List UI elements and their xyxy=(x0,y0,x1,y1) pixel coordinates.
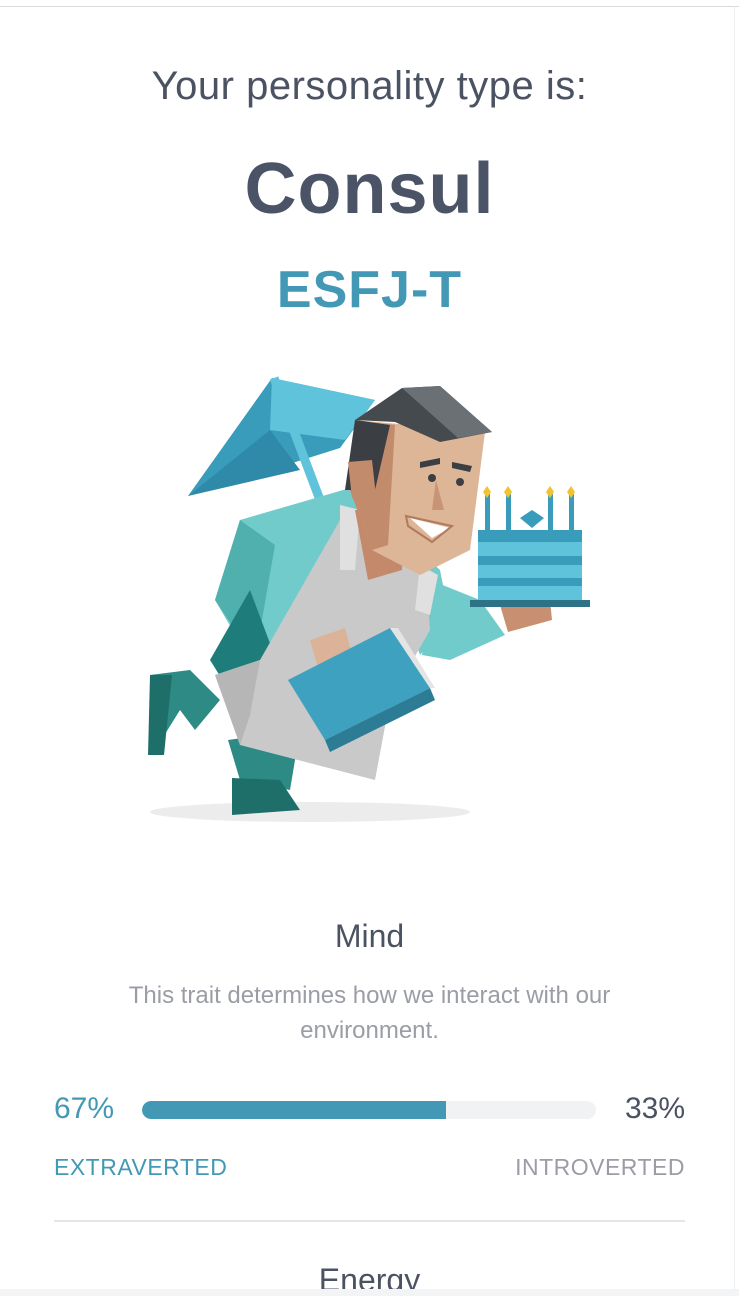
extraverted-label: EXTRAVERTED xyxy=(54,1154,228,1180)
personality-type-name: Consul xyxy=(244,149,495,229)
extraverted-percent: 67% xyxy=(54,1092,115,1125)
section-divider xyxy=(54,1220,685,1222)
bottom-edge xyxy=(0,1289,739,1296)
personality-result-page: Your personality type is: Consul ESFJ-T xyxy=(0,0,739,1296)
introverted-label: INTROVERTED xyxy=(515,1154,685,1180)
trait-title: Mind xyxy=(334,918,405,954)
top-border xyxy=(0,6,739,7)
consul-character-illustration xyxy=(148,376,590,822)
trait-progress-bar xyxy=(142,1101,596,1119)
personality-type-code: ESFJ-T xyxy=(276,261,463,319)
trait-progress-fill xyxy=(142,1101,447,1119)
introverted-percent: 33% xyxy=(624,1092,685,1125)
intro-text: Your personality type is: xyxy=(151,64,588,108)
trait-description: This trait determines how we interact wi… xyxy=(128,982,611,1044)
